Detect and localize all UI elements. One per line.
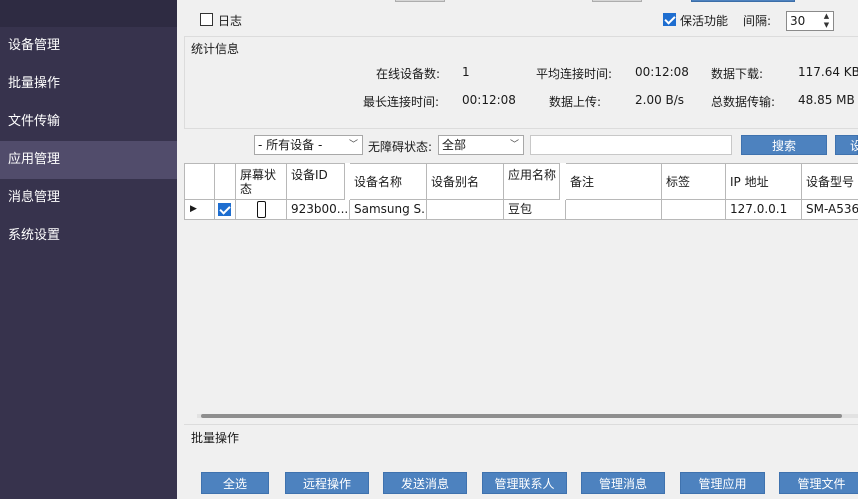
interval-label: 间隔: — [743, 14, 772, 28]
stepper-up-icon[interactable]: ▲ — [820, 12, 833, 21]
ip-address-cell: 127.0.0.1 — [726, 200, 802, 220]
column-header-note[interactable]: 备注 — [566, 163, 662, 200]
sidebar: 设备管理 批量操作 文件传输 应用管理 消息管理 系统设置 — [0, 0, 177, 499]
send-message-button[interactable]: 发送消息 — [383, 472, 467, 494]
top-cut-button-1[interactable] — [395, 0, 445, 2]
select-all-button[interactable]: 全选 — [201, 472, 269, 494]
download-value: 117.64 KB/ — [798, 65, 858, 79]
sidebar-item-app-management[interactable]: 应用管理 — [0, 141, 177, 179]
total-transfer-label: 总数据传输: — [711, 95, 776, 109]
stats-panel: 统计信息 — [184, 36, 858, 129]
settings-button[interactable]: 设 — [835, 135, 858, 155]
top-cut-button-3[interactable] — [691, 0, 795, 2]
stats-title: 统计信息 — [191, 42, 240, 56]
log-label: 日志 — [218, 14, 243, 28]
manage-files-button[interactable]: 管理文件 — [779, 472, 858, 494]
phone-icon — [257, 201, 266, 218]
manage-apps-button[interactable]: 管理应用 — [680, 472, 765, 494]
keepalive-checkbox[interactable] — [663, 13, 676, 26]
device-name-cell: Samsung S... — [350, 200, 427, 220]
select-column-header[interactable] — [215, 163, 236, 200]
sidebar-item-label: 应用管理 — [8, 152, 61, 167]
row-select-checkbox[interactable] — [218, 203, 231, 216]
column-header-app-name[interactable]: 应用名称 — [504, 163, 560, 200]
search-button[interactable]: 搜索 — [741, 135, 827, 155]
column-header-device-alias[interactable]: 设备别名 — [427, 163, 504, 200]
sidebar-header-strip — [0, 0, 177, 27]
sidebar-item-label: 批量操作 — [8, 76, 61, 91]
accessibility-select[interactable]: 全部 ﹀ — [438, 135, 524, 155]
top-cut-button-2[interactable] — [592, 0, 642, 2]
main-panel: 日志 保活功能 间隔: 30 ▲ ▼ 统计信息 在线设备数: 1 平均连接时间:… — [177, 0, 858, 499]
sidebar-item-file-transfer[interactable]: 文件传输 — [0, 103, 177, 141]
column-header-ip-address[interactable]: IP 地址 — [726, 163, 802, 200]
interval-stepper[interactable]: 30 ▲ ▼ — [786, 11, 834, 31]
device-alias-cell[interactable] — [427, 200, 504, 220]
table-row-select-cell[interactable] — [215, 200, 236, 220]
search-input[interactable] — [530, 135, 732, 155]
row-header-corner — [184, 163, 215, 200]
column-header-screen-status[interactable]: 屏幕状态 — [236, 163, 287, 200]
device-model-cell: SM-A536 — [802, 200, 858, 220]
upload-label: 数据上传: — [549, 95, 602, 109]
sidebar-item-label: 系统设置 — [8, 228, 61, 243]
sidebar-item-batch-operations[interactable]: 批量操作 — [0, 65, 177, 103]
batch-operations-title: 批量操作 — [191, 431, 240, 445]
device-filter-value: - 所有设备 - — [258, 138, 323, 152]
online-devices-label: 在线设备数: — [376, 67, 441, 81]
tag-cell[interactable] — [662, 200, 726, 220]
max-connection-label: 最长连接时间: — [363, 95, 440, 109]
accessibility-value: 全部 — [442, 138, 467, 152]
log-checkbox[interactable] — [200, 13, 213, 26]
download-label: 数据下载: — [711, 67, 764, 81]
stepper-down-icon[interactable]: ▼ — [820, 21, 833, 30]
note-cell[interactable] — [566, 200, 662, 220]
chevron-down-icon: ﹀ — [509, 140, 519, 150]
sidebar-item-label: 消息管理 — [8, 190, 61, 205]
sidebar-item-device-management[interactable]: 设备管理 — [0, 27, 177, 65]
remote-operation-button[interactable]: 远程操作 — [285, 472, 369, 494]
device-id-cell: 923b00... — [287, 200, 350, 220]
total-transfer-value: 48.85 MB — [798, 93, 855, 107]
sidebar-item-label: 文件传输 — [8, 114, 61, 129]
column-header-tag[interactable]: 标签 — [662, 163, 726, 200]
interval-value: 30 — [790, 14, 806, 28]
manage-messages-button[interactable]: 管理消息 — [581, 472, 665, 494]
row-indicator-icon[interactable]: ▶ — [184, 200, 215, 220]
accessibility-label: 无障碍状态: — [368, 140, 433, 154]
chevron-down-icon: ﹀ — [348, 140, 358, 150]
max-connection-value: 00:12:08 — [462, 93, 516, 107]
sidebar-item-system-settings[interactable]: 系统设置 — [0, 217, 177, 255]
avg-connection-value: 00:12:08 — [635, 65, 689, 79]
screen-status-cell — [236, 200, 287, 220]
column-header-device-model[interactable]: 设备型号 — [802, 163, 858, 200]
device-filter-select[interactable]: - 所有设备 - ﹀ — [254, 135, 363, 155]
manage-contacts-button[interactable]: 管理联系人 — [482, 472, 567, 494]
column-header-device-id[interactable]: 设备ID — [287, 163, 345, 200]
horizontal-scrollbar-thumb[interactable] — [201, 414, 842, 418]
online-devices-value: 1 — [462, 65, 470, 79]
device-table: 屏幕状态 设备ID 设备名称 设备别名 应用名称 备注 标签 IP 地址 设备型… — [184, 163, 858, 220]
column-header-device-name[interactable]: 设备名称 — [350, 163, 427, 200]
sidebar-item-message-management[interactable]: 消息管理 — [0, 179, 177, 217]
app-name-cell: 豆包 — [504, 200, 566, 220]
keepalive-label: 保活功能 — [680, 14, 729, 28]
upload-value: 2.00 B/s — [635, 93, 685, 107]
sidebar-item-label: 设备管理 — [8, 38, 61, 53]
avg-connection-label: 平均连接时间: — [536, 67, 613, 81]
